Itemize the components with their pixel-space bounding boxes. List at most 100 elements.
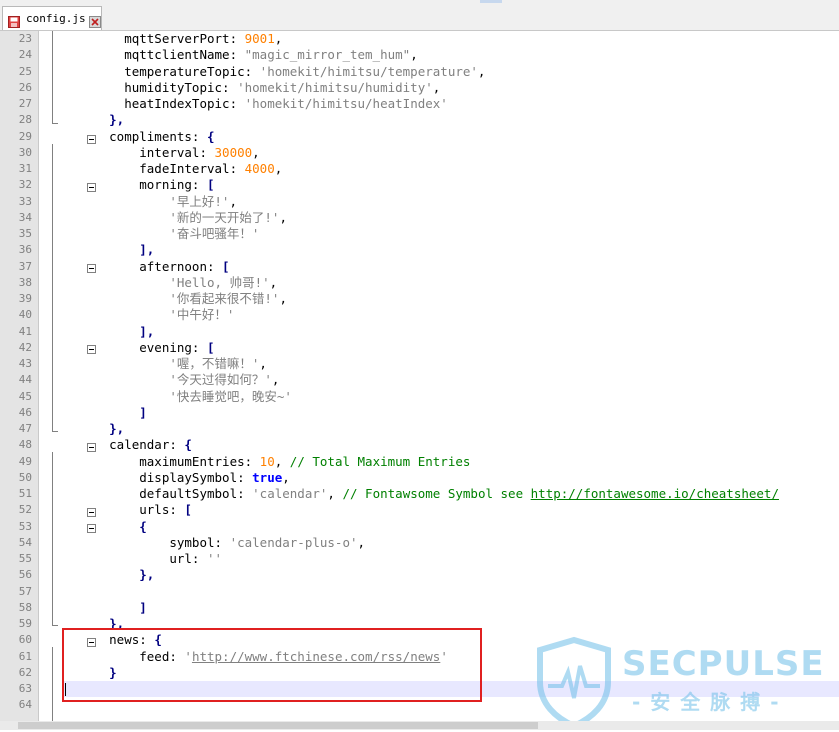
code-token: '': [207, 551, 223, 566]
tab-config-js[interactable]: config.js: [2, 6, 102, 30]
line-number: 23: [18, 32, 32, 45]
code-text: '你看起来很不错!',: [64, 291, 287, 307]
code-line[interactable]: 50 displaySymbol: true,: [0, 470, 839, 486]
code-token: '奋斗吧骚年！': [169, 226, 260, 241]
code-line[interactable]: 47 },: [0, 421, 839, 437]
code-token: maximumEntries:: [64, 453, 260, 469]
code-line[interactable]: 36 ],: [0, 242, 839, 258]
code-text: ]: [64, 405, 147, 421]
code-token: fadeInterval:: [64, 161, 245, 176]
line-number: 61: [18, 649, 32, 663]
line-number: 34: [18, 210, 32, 224]
line-number: 41: [18, 324, 32, 338]
code-line[interactable]: 53 {: [0, 519, 839, 535]
code-line[interactable]: 40 '中午好！': [0, 307, 839, 323]
code-line[interactable]: 39 '你看起来很不错!',: [0, 291, 839, 307]
code-line[interactable]: 32 morning: [: [0, 177, 839, 193]
code-line[interactable]: 55 url: '': [0, 551, 839, 567]
code-line[interactable]: 31 fadeInterval: 4000,: [0, 161, 839, 177]
code-token: '早上好!': [169, 193, 230, 209]
code-token: ,: [252, 144, 260, 160]
code-text: urls: [: [64, 502, 192, 518]
code-line[interactable]: 37 afternoon: [: [0, 259, 839, 275]
code-text: symbol: 'calendar-plus-o',: [64, 535, 365, 551]
code-line[interactable]: 52 urls: [: [0, 502, 839, 518]
watermark-subtitle: -安全脉搏-: [632, 690, 789, 714]
code-text: compliments: {: [64, 129, 214, 145]
line-number: 30: [18, 145, 32, 159]
code-token: ,: [274, 31, 283, 46]
code-line[interactable]: 46 ]: [0, 405, 839, 421]
code-line[interactable]: 45 '快去睡觉吧，晚安~': [0, 389, 839, 405]
code-text: displaySymbol: true,: [64, 470, 290, 486]
code-line[interactable]: 24 mqttclientName: "magic_mirror_tem_hum…: [0, 47, 839, 63]
code-text: humidityTopic: 'homekit/himitsu/humidity…: [64, 80, 440, 96]
code-line[interactable]: 58 ]: [0, 600, 839, 616]
line-number: 42: [18, 340, 32, 354]
line-number: 45: [18, 389, 32, 403]
horizontal-scrollbar[interactable]: [0, 721, 839, 730]
code-token: temperatureTopic:: [64, 63, 260, 79]
code-line[interactable]: 48 calendar: {: [0, 437, 839, 453]
code-token: ,: [229, 193, 237, 209]
code-token: 'Hello, 帅哥!': [169, 274, 270, 290]
code-line[interactable]: 34 '新的一天开始了!',: [0, 210, 839, 226]
code-line[interactable]: 28 },: [0, 112, 839, 128]
code-line[interactable]: 57: [0, 584, 839, 600]
code-line[interactable]: 56 },: [0, 567, 839, 583]
code-line[interactable]: 38 'Hello, 帅哥!',: [0, 275, 839, 291]
code-line[interactable]: 25 temperatureTopic: 'homekit/himitsu/te…: [0, 64, 839, 80]
code-line[interactable]: 51 defaultSymbol: 'calendar', // Fontaws…: [0, 486, 839, 502]
line-number: 25: [18, 64, 32, 78]
code-line[interactable]: 27 heatIndexTopic: 'homekit/himitsu/heat…: [0, 96, 839, 112]
code-link[interactable]: http://fontawesome.io/cheatsheet/: [531, 486, 779, 501]
code-line[interactable]: 30 interval: 30000,: [0, 145, 839, 161]
code-line[interactable]: 54 symbol: 'calendar-plus-o',: [0, 535, 839, 551]
code-line[interactable]: 33 '早上好!',: [0, 194, 839, 210]
code-token: 'homekit/himitsu/humidity': [237, 79, 433, 95]
code-line[interactable]: 26 humidityTopic: 'homekit/himitsu/humid…: [0, 80, 839, 96]
code-line[interactable]: 44 '今天过得如何？',: [0, 372, 839, 388]
code-editor[interactable]: 23 mqttServerPort: 9001, 24 mqttclientNam…: [0, 31, 839, 722]
code-text: fadeInterval: 4000,: [64, 161, 282, 177]
code-token: ,: [271, 372, 280, 388]
line-number: 36: [18, 243, 32, 257]
watermark: SECPULSE -安全脉搏-: [534, 636, 834, 730]
line-number: 48: [18, 438, 32, 452]
close-icon[interactable]: [88, 13, 101, 28]
code-token: '今天过得如何？': [169, 372, 272, 388]
code-token: ,: [279, 291, 287, 306]
code-token: 'homekit/himitsu/temperature': [259, 63, 478, 79]
code-line[interactable]: 49 maximumEntries: 10, // Total Maximum …: [0, 454, 839, 470]
code-token: ]: [139, 599, 147, 615]
code-token: },: [109, 421, 125, 436]
scrollbar-thumb[interactable]: [18, 722, 538, 729]
line-number: 27: [18, 97, 32, 110]
code-token: [: [207, 177, 215, 193]
code-line[interactable]: 29 compliments: {: [0, 129, 839, 145]
code-token: '喔，不错嘛！': [169, 356, 260, 371]
code-line[interactable]: 35 '奋斗吧骚年！': [0, 226, 839, 242]
code-text: '早上好!',: [64, 194, 237, 210]
code-token: ,: [410, 47, 418, 63]
code-text: '中午好！': [64, 307, 234, 323]
code-line[interactable]: 23 mqttServerPort: 9001,: [0, 31, 839, 47]
code-token: '新的一天开始了!': [169, 209, 280, 225]
line-number: 35: [18, 227, 32, 240]
code-line[interactable]: 41 ],: [0, 324, 839, 340]
code-text: temperatureTopic: 'homekit/himitsu/tempe…: [64, 64, 485, 80]
code-line[interactable]: 42 evening: [: [0, 340, 839, 356]
code-token: ,: [282, 469, 290, 485]
code-text: '今天过得如何？',: [64, 372, 279, 388]
code-text: maximumEntries: 10, // Total Maximum Ent…: [64, 454, 470, 470]
code-token: ,: [357, 534, 366, 550]
code-line[interactable]: 43 '喔，不错嘛！',: [0, 356, 839, 372]
code-token: urls:: [64, 502, 185, 518]
line-number: 28: [18, 113, 32, 127]
